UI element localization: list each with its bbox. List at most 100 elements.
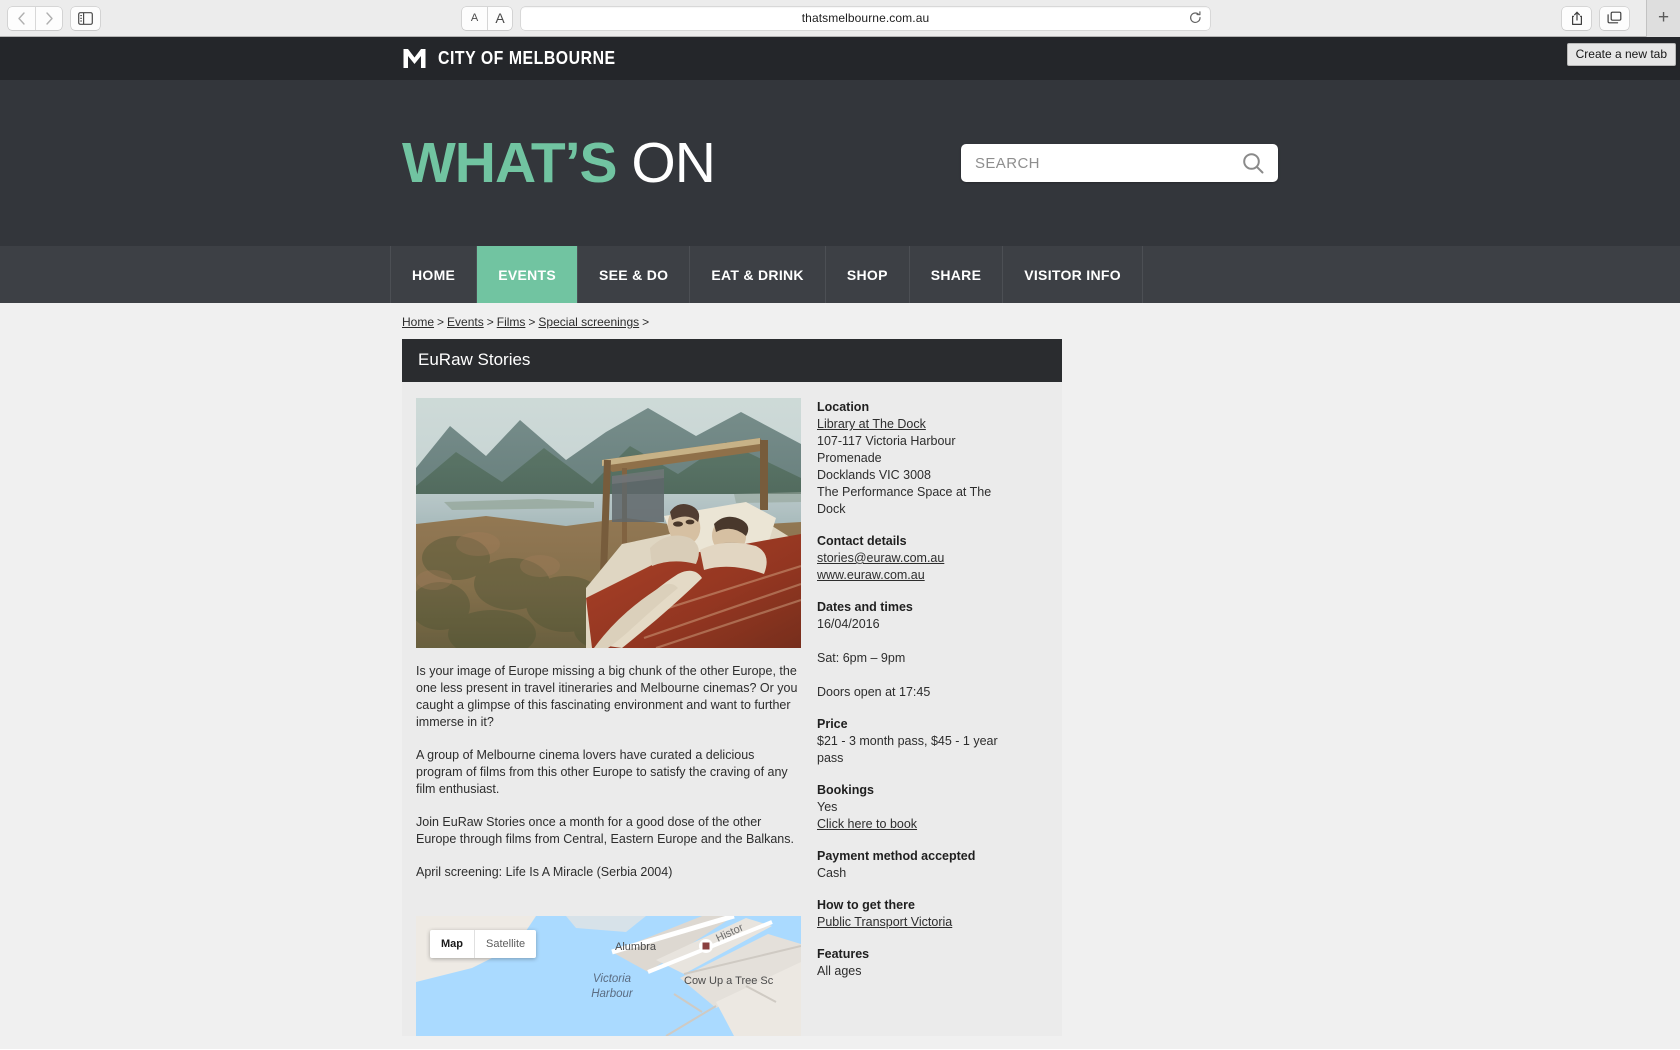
- contact-email-link[interactable]: stories@euraw.com.au: [817, 550, 1007, 567]
- url-text: thatsmelbourne.com.au: [801, 11, 930, 25]
- nav-item-events[interactable]: EVENTS: [477, 246, 579, 303]
- breadcrumb-separator: >: [486, 315, 494, 329]
- location-map[interactable]: Alumbra Histor Victoria Harbour Cow Up a…: [416, 916, 801, 1036]
- map-label-cowuptree: Cow Up a Tree Sc: [684, 975, 774, 987]
- browser-toolbar: A A thatsmelbourne.com.au +: [0, 0, 1680, 37]
- site-title: WHAT’S ON: [390, 134, 716, 192]
- brand-name: CITY OF MELBOURNE: [438, 48, 616, 68]
- event-main-column: Is your image of Europe missing a big ch…: [416, 398, 801, 1036]
- new-tab-tooltip: Create a new tab: [1566, 43, 1676, 66]
- bookings-heading: Bookings: [817, 783, 874, 797]
- description-paragraph: Is your image of Europe missing a big ch…: [416, 664, 798, 729]
- map-type-toggle[interactable]: Map Satellite: [430, 930, 537, 958]
- reload-button[interactable]: [1189, 11, 1202, 25]
- payment-value: Cash: [817, 866, 847, 880]
- description-paragraph: Join EuRaw Stories once a month for a go…: [416, 815, 794, 846]
- main-navigation: HOME EVENTS SEE & DO EAT & DRINK SHOP SHARE VI…: [0, 246, 1680, 303]
- toolbar-center-group: A A thatsmelbourne.com.au: [462, 6, 1210, 30]
- event-time: Sat: 6pm – 9pm: [817, 651, 906, 665]
- nav-item-home[interactable]: HOME: [390, 246, 478, 303]
- text-size-buttons: A A: [462, 6, 512, 30]
- share-button[interactable]: [1562, 6, 1591, 30]
- city-of-melbourne-logo-icon: [403, 49, 426, 68]
- site-title-rest: ON: [631, 130, 715, 195]
- breadcrumb-link-films[interactable]: Films: [497, 315, 526, 329]
- nav-item-see-do[interactable]: SEE & DO: [578, 246, 691, 303]
- venue-link[interactable]: Library at The Dock: [817, 416, 1007, 433]
- search-button[interactable]: [1238, 151, 1268, 176]
- brand-container[interactable]: CITY OF MELBOURNE: [390, 48, 1290, 69]
- map-tab-map[interactable]: Map: [430, 930, 474, 958]
- breadcrumb: Home > Events > Films > Special screenings >: [390, 315, 1290, 339]
- map-label-harbour-2: Harbour: [591, 988, 634, 1000]
- toolbar-left-group: [0, 6, 100, 30]
- address-line: Promenade: [817, 451, 882, 465]
- navigation-buttons: [8, 6, 62, 30]
- nav-item-visitor-info[interactable]: VISITOR INFO: [1003, 246, 1143, 303]
- map-label-alumbra: Alumbra: [615, 941, 657, 953]
- nav-item-shop[interactable]: SHOP: [826, 246, 910, 303]
- page-viewport: CITY OF MELBOURNE WHAT’S ON HOMEEVENTSSE…: [0, 37, 1680, 1049]
- features-block: Features All ages: [817, 946, 1007, 980]
- bookings-value: Yes: [817, 800, 838, 814]
- page-title: EuRaw Stories: [402, 339, 1062, 382]
- location-heading: Location: [817, 400, 870, 414]
- text-size-decrease-button[interactable]: A: [462, 7, 487, 30]
- back-button[interactable]: [8, 7, 35, 30]
- book-now-link[interactable]: Click here to book: [817, 816, 1007, 833]
- content-area: Home > Events > Films > Special screenings > Eu…: [0, 303, 1680, 1049]
- nav-item-share[interactable]: SHARE: [910, 246, 1004, 303]
- event-image-artwork: [416, 398, 801, 648]
- price-heading: Price: [817, 717, 848, 731]
- address-line: Dock: [817, 502, 846, 516]
- search-box[interactable]: [961, 144, 1278, 182]
- features-heading: Features: [817, 947, 870, 961]
- city-of-melbourne-bar: CITY OF MELBOURNE: [0, 37, 1680, 80]
- public-transport-link[interactable]: Public Transport Victoria: [817, 914, 1007, 931]
- text-size-increase-button[interactable]: A: [487, 6, 512, 30]
- breadcrumb-link-special-screenings[interactable]: Special screenings: [538, 315, 639, 329]
- event-card: EuRaw Stories Is your image of Europe mi…: [402, 339, 1062, 1036]
- map-tab-satellite[interactable]: Satellite: [474, 930, 536, 958]
- address-bar[interactable]: thatsmelbourne.com.au: [521, 6, 1210, 30]
- description-paragraph: A group of Melbourne cinema lovers have …: [416, 748, 788, 796]
- bookings-block: Bookings Yes Click here to book: [817, 782, 1007, 833]
- address-line: 107-117 Victoria Harbour: [817, 434, 956, 448]
- tab-overview-icon: [1607, 11, 1622, 24]
- location-block: Location Library at The Dock 107-117 Vic…: [817, 399, 1007, 518]
- sidebar-icon: [78, 11, 93, 25]
- contact-block: Contact details stories@euraw.com.au www…: [817, 533, 1007, 584]
- address-line: The Performance Space at The: [817, 485, 992, 499]
- transport-heading: How to get there: [817, 898, 915, 912]
- event-body: Is your image of Europe missing a big ch…: [402, 382, 1062, 1036]
- nav-item-eat-drink[interactable]: EAT & DRINK: [690, 246, 826, 303]
- transport-block: How to get there Public Transport Victor…: [817, 897, 1007, 931]
- search-icon: [1242, 152, 1263, 173]
- content-container: Home > Events > Films > Special screenings > Eu…: [390, 303, 1290, 1036]
- breadcrumb-separator: >: [528, 315, 536, 329]
- toolbar-right-group: +: [1562, 0, 1680, 37]
- search-input[interactable]: [975, 154, 1238, 172]
- contact-heading: Contact details: [817, 534, 907, 548]
- back-chevron-icon: [18, 11, 25, 25]
- tab-overview-button[interactable]: [1600, 6, 1629, 30]
- sidebar-button[interactable]: [71, 6, 100, 30]
- price-value: $21 - 3 month pass, $45 - 1 year pass: [817, 734, 998, 765]
- breadcrumb-separator: >: [437, 315, 445, 329]
- event-description: Is your image of Europe missing a big ch…: [416, 663, 801, 881]
- doors-open: Doors open at 17:45: [817, 685, 931, 699]
- price-block: Price $21 - 3 month pass, $45 - 1 year p…: [817, 716, 1007, 767]
- breadcrumb-link-events[interactable]: Events: [447, 315, 484, 329]
- share-icon: [1571, 11, 1582, 25]
- location-address: 107-117 Victoria Harbour Promenade Docklan…: [817, 433, 1007, 518]
- navigation-items: HOME EVENTS SEE & DO EAT & DRINK SHOP SHARE VI…: [390, 246, 1290, 303]
- breadcrumb-link-home[interactable]: Home: [402, 315, 434, 329]
- new-tab-button[interactable]: +: [1646, 0, 1680, 37]
- dates-heading: Dates and times: [817, 600, 913, 614]
- reload-icon: [1190, 11, 1201, 23]
- payment-heading: Payment method accepted: [817, 849, 976, 863]
- contact-website-link[interactable]: www.euraw.com.au: [817, 567, 1007, 584]
- forward-button[interactable]: [35, 6, 62, 30]
